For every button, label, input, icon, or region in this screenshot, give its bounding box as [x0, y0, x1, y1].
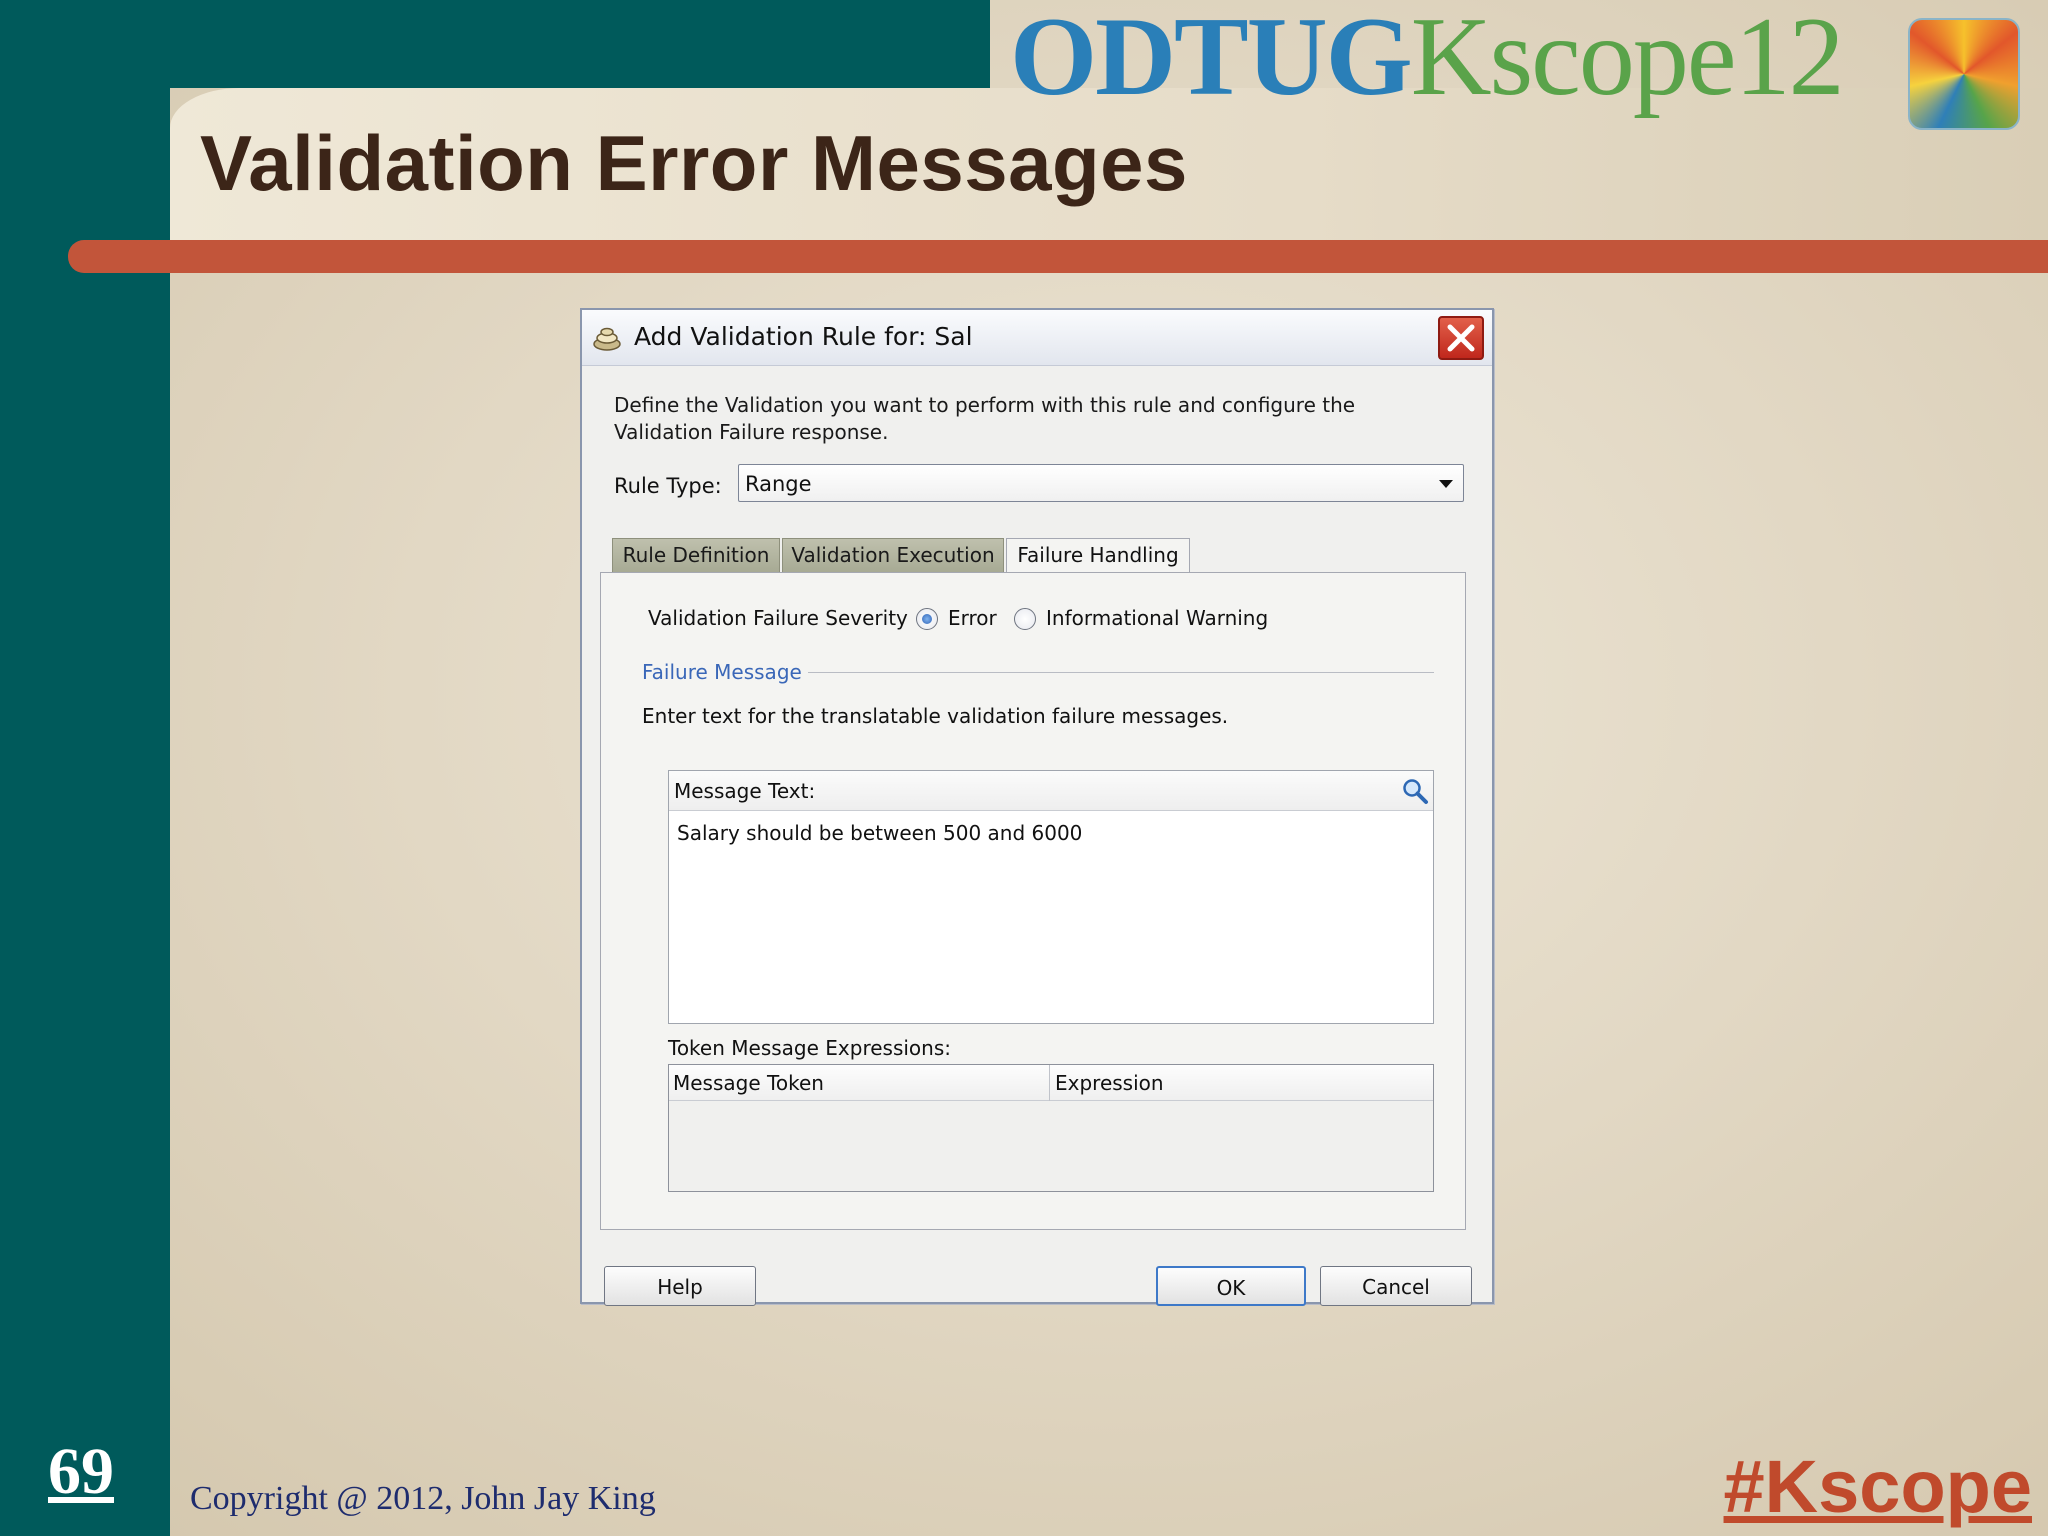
dialog-title: Add Validation Rule for: Sal — [634, 322, 973, 351]
tab-label: Rule Definition — [622, 543, 770, 567]
odtug-kscope-logo: ODTUGKscope12 — [1010, 1, 1890, 113]
severity-warning-radio[interactable] — [1014, 608, 1036, 630]
message-text-input[interactable]: Salary should be between 500 and 6000 — [677, 821, 1082, 845]
logo-odtug-text: ODTUG — [1010, 0, 1413, 119]
tab-validation-execution[interactable]: Validation Execution — [782, 538, 1004, 572]
tab-label: Failure Handling — [1017, 543, 1179, 567]
add-validation-rule-dialog: Add Validation Rule for: Sal Define the … — [580, 308, 1494, 1306]
close-button[interactable] — [1438, 316, 1484, 360]
help-button[interactable]: Help — [604, 1266, 756, 1306]
close-icon — [1447, 324, 1475, 352]
column-divider — [1049, 1065, 1050, 1101]
severity-label: Validation Failure Severity — [648, 606, 908, 630]
severity-warning-text: Informational Warning — [1046, 606, 1269, 630]
rule-type-select[interactable]: Range — [738, 464, 1464, 502]
message-text-header: Message Text: — [669, 771, 1433, 811]
left-band — [0, 0, 170, 1536]
cancel-button-label: Cancel — [1362, 1275, 1430, 1299]
logo-kscope-text: Kscope12 — [1410, 0, 1845, 119]
failure-message-header: Failure Message — [642, 660, 802, 684]
message-text-label: Message Text: — [674, 779, 816, 803]
token-expressions-table[interactable]: Message Token Expression — [668, 1064, 1434, 1192]
search-icon[interactable] — [1401, 777, 1429, 805]
message-text-box: Message Text: Salary should be between 5… — [668, 770, 1434, 1024]
token-expressions-label: Token Message Expressions: — [668, 1036, 951, 1060]
dialog-titlebar[interactable]: Add Validation Rule for: Sal — [582, 310, 1492, 366]
tab-rule-definition[interactable]: Rule Definition — [612, 538, 780, 572]
dialog-app-icon — [593, 327, 621, 351]
slide-number: 69 — [48, 1435, 114, 1508]
ok-button[interactable]: OK — [1156, 1266, 1306, 1306]
rule-type-label: Rule Type: — [614, 474, 722, 498]
dialog-intro-text: Define the Validation you want to perfor… — [614, 393, 1356, 444]
top-band — [0, 0, 990, 88]
dialog-body: Define the Validation you want to perfor… — [582, 366, 1492, 1306]
table-header: Message Token Expression — [669, 1065, 1433, 1101]
hashtag: #Kscope — [1723, 1445, 2032, 1528]
slide-title: Validation Error Messages — [200, 119, 1188, 207]
tab-failure-handling[interactable]: Failure Handling — [1006, 538, 1190, 574]
radio-selected-dot — [922, 614, 932, 624]
section-divider — [808, 672, 1434, 673]
failure-message-description: Enter text for the translatable validati… — [642, 704, 1229, 728]
cancel-button[interactable]: Cancel — [1320, 1266, 1472, 1306]
logo-sun-icon — [1908, 18, 2020, 130]
tab-bar: Rule Definition Validation Execution Fai… — [612, 538, 1472, 574]
severity-warning-label[interactable]: Informational Warning — [1046, 606, 1268, 630]
ok-button-label: OK — [1216, 1276, 1246, 1300]
severity-error-text: Error — [948, 606, 997, 630]
chevron-down-icon — [1439, 480, 1453, 488]
copyright-text: Copyright @ 2012, John Jay King — [190, 1480, 656, 1517]
column-header-expression[interactable]: Expression — [1055, 1071, 1164, 1095]
column-header-message-token[interactable]: Message Token — [673, 1071, 824, 1095]
severity-error-radio[interactable] — [916, 608, 938, 630]
help-button-label: Help — [657, 1275, 703, 1299]
title-underline-bar — [68, 240, 2048, 273]
severity-error-label[interactable]: Error — [948, 606, 997, 630]
tab-label: Validation Execution — [791, 543, 995, 567]
rule-type-value: Range — [745, 472, 812, 496]
